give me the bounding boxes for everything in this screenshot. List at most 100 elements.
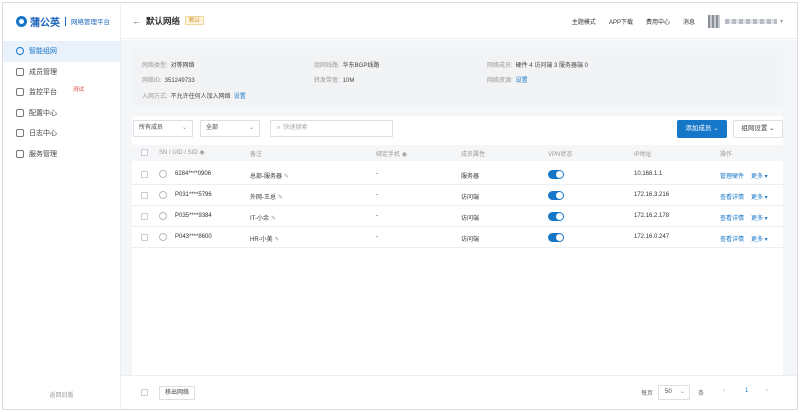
column-header: VPN状态 <box>548 152 573 158</box>
add-member-button[interactable]: 添加成员 ⌄ <box>677 120 727 138</box>
row-checkbox[interactable] <box>141 234 148 241</box>
column-header: 备注 <box>250 152 263 158</box>
members-icon <box>16 67 24 76</box>
edit-icon[interactable]: ✎ <box>284 174 289 180</box>
config-icon <box>16 108 24 117</box>
member-phone: - <box>376 171 378 177</box>
select-all-checkbox-footer[interactable] <box>141 389 148 396</box>
row-checkbox[interactable] <box>141 192 148 199</box>
sidebar-item-smart-network[interactable]: 智能组网 <box>3 41 120 62</box>
sidebar: 蒲公英 网络管理平台 智能组网 成员管理 监控平台 测试 配置中心 日志中心 服… <box>3 3 121 409</box>
network-icon <box>16 47 24 55</box>
sidebar-item-label: 日志中心 <box>29 130 57 138</box>
member-type-select[interactable]: 所有成员 ⌄ <box>133 120 193 137</box>
brand-name: 蒲公英 <box>30 17 60 29</box>
table-row[interactable]: P043****8600 HR-小美 ✎ - 访问端 172.16.0.247 查… <box>132 227 783 248</box>
column-header: 成员属性 <box>461 152 486 158</box>
sidebar-item-label: 智能组网 <box>29 48 57 56</box>
app-download-link[interactable]: APP下载 <box>609 17 633 26</box>
brand-subtitle: 网络管理平台 <box>71 19 110 26</box>
manage-hardware-link[interactable]: 管理硬件 <box>720 171 744 180</box>
remove-from-network-button[interactable]: 移出网络 <box>159 386 195 400</box>
header-links: 主题模式 APP下载 费用中心 消息 ▾ <box>572 3 797 39</box>
row-checkbox[interactable] <box>141 171 148 178</box>
main-content: 网络类型: 对等网络 组网线路: 华东BGP线路 网络成员: 硬件 4 访问端 3 服… <box>121 40 797 409</box>
sidebar-item-members[interactable]: 成员管理 <box>3 62 120 83</box>
vpn-toggle[interactable] <box>548 233 564 242</box>
vpn-toggle[interactable] <box>548 212 564 221</box>
table-row[interactable]: P031****5796 外网-王总 ✎ - 访问端 172.16.3.216 查… <box>132 185 783 206</box>
vpn-toggle[interactable] <box>548 170 564 179</box>
member-attribute: 服务器 <box>461 174 480 180</box>
page-title: 默认网络 <box>146 15 181 26</box>
page-size-label: 每页 <box>641 391 654 397</box>
sidebar-item-logs[interactable]: 日志中心 <box>3 123 120 144</box>
member-id: 6284****0906 <box>175 171 212 177</box>
user-name-redacted[interactable] <box>724 18 777 24</box>
member-attribute: 访问端 <box>461 216 480 222</box>
vpn-toggle[interactable] <box>548 191 564 200</box>
avatar[interactable] <box>707 14 720 28</box>
brand-divider <box>65 16 66 26</box>
table-row[interactable]: 6284****0906 总部-服务器 ✎ - 服务器 10.168.1.1 管理… <box>132 164 783 185</box>
select-all-checkbox[interactable] <box>141 149 148 156</box>
sidebar-item-config[interactable]: 配置中心 <box>3 103 120 124</box>
member-phone: - <box>376 234 378 240</box>
chevron-down-icon[interactable]: ▾ <box>780 18 783 25</box>
sidebar-item-label: 服务管理 <box>29 150 57 158</box>
network-id: 网络ID: 351249733 <box>142 78 195 84</box>
forward-bandwidth: 转发带宽: 10M <box>314 78 355 84</box>
member-ip: 172.16.2.178 <box>634 213 670 219</box>
join-settings-link[interactable]: 设置 <box>234 94 246 100</box>
next-page-button[interactable]: › <box>766 388 768 394</box>
edit-icon[interactable]: ✎ <box>278 195 283 201</box>
billing-center-link[interactable]: 费用中心 <box>646 17 670 26</box>
join-method: 入网方式: 不允许任何人加入网络 设置 <box>142 94 246 100</box>
edit-icon[interactable]: ✎ <box>271 216 276 222</box>
brand[interactable]: 蒲公英 网络管理平台 <box>3 3 120 39</box>
member-phone: - <box>376 213 378 219</box>
more-dropdown[interactable]: 更多 ▾ <box>751 192 768 201</box>
member-ip: 172.16.3.216 <box>634 192 670 198</box>
user-icon <box>159 233 167 241</box>
back-arrow-icon[interactable]: ← <box>132 16 141 26</box>
view-details-link[interactable]: 查看详情 <box>720 234 744 243</box>
top-header: ← 默认网络 默认 主题模式 APP下载 费用中心 消息 ▾ <box>121 3 797 39</box>
eye-icon: ◉ <box>199 150 205 156</box>
edit-icon[interactable]: ✎ <box>275 237 280 243</box>
view-details-link[interactable]: 查看详情 <box>720 213 744 222</box>
current-page[interactable]: 1 <box>745 388 748 394</box>
chevron-down-icon: ⌄ <box>248 125 254 131</box>
member-note: 总部-服务器 ✎ <box>250 174 290 180</box>
member-id: P035****9384 <box>175 213 212 219</box>
table-header: SN / UID / SID ◉ 备注 绑定手机 ◉ 成员属性 VPN状态 IP… <box>132 145 783 161</box>
sidebar-item-monitor[interactable]: 监控平台 测试 <box>3 82 120 103</box>
resource-settings-link[interactable]: 设置 <box>516 78 528 84</box>
beta-badge: 测试 <box>73 87 85 93</box>
page-size-select[interactable]: 50 ⌄ <box>658 385 690 400</box>
messages-link[interactable]: 消息 <box>683 17 695 26</box>
view-details-link[interactable]: 查看详情 <box>720 192 744 201</box>
member-ip: 172.16.0.247 <box>634 234 670 240</box>
row-checkbox[interactable] <box>141 213 148 220</box>
more-dropdown[interactable]: 更多 ▾ <box>751 171 768 180</box>
theme-mode-link[interactable]: 主题模式 <box>572 17 596 26</box>
sidebar-item-services[interactable]: 服务管理 <box>3 144 120 165</box>
sidebar-item-label: 配置中心 <box>29 109 57 117</box>
chevron-down-icon: ⌄ <box>713 125 719 132</box>
network-members: 网络成员: 硬件 4 访问端 3 服务器端 0 <box>487 63 589 69</box>
back-to-old-version-link[interactable]: 返回旧版 <box>3 390 120 399</box>
search-input[interactable]: ⌕ 快速搜索 <box>270 120 393 137</box>
chevron-down-icon: ⌄ <box>181 125 187 131</box>
status-select[interactable]: 全部 ⌄ <box>200 120 260 137</box>
more-dropdown[interactable]: 更多 ▾ <box>751 213 768 222</box>
network-info-panel: 网络类型: 对等网络 组网线路: 华东BGP线路 网络成员: 硬件 4 访问端 3 服… <box>132 49 783 106</box>
member-attribute: 访问端 <box>461 195 480 201</box>
more-dropdown[interactable]: 更多 ▾ <box>751 234 768 243</box>
table-row[interactable]: P035****9384 IT-小余 ✎ - 访问端 172.16.2.178 查… <box>132 206 783 227</box>
user-icon <box>159 170 167 178</box>
network-settings-button[interactable]: 组网设置 ⌄ <box>733 120 783 138</box>
sidebar-nav: 智能组网 成员管理 监控平台 测试 配置中心 日志中心 服务管理 <box>3 41 120 164</box>
prev-page-button[interactable]: ‹ <box>723 388 725 394</box>
chevron-down-icon: ⌄ <box>679 389 685 395</box>
